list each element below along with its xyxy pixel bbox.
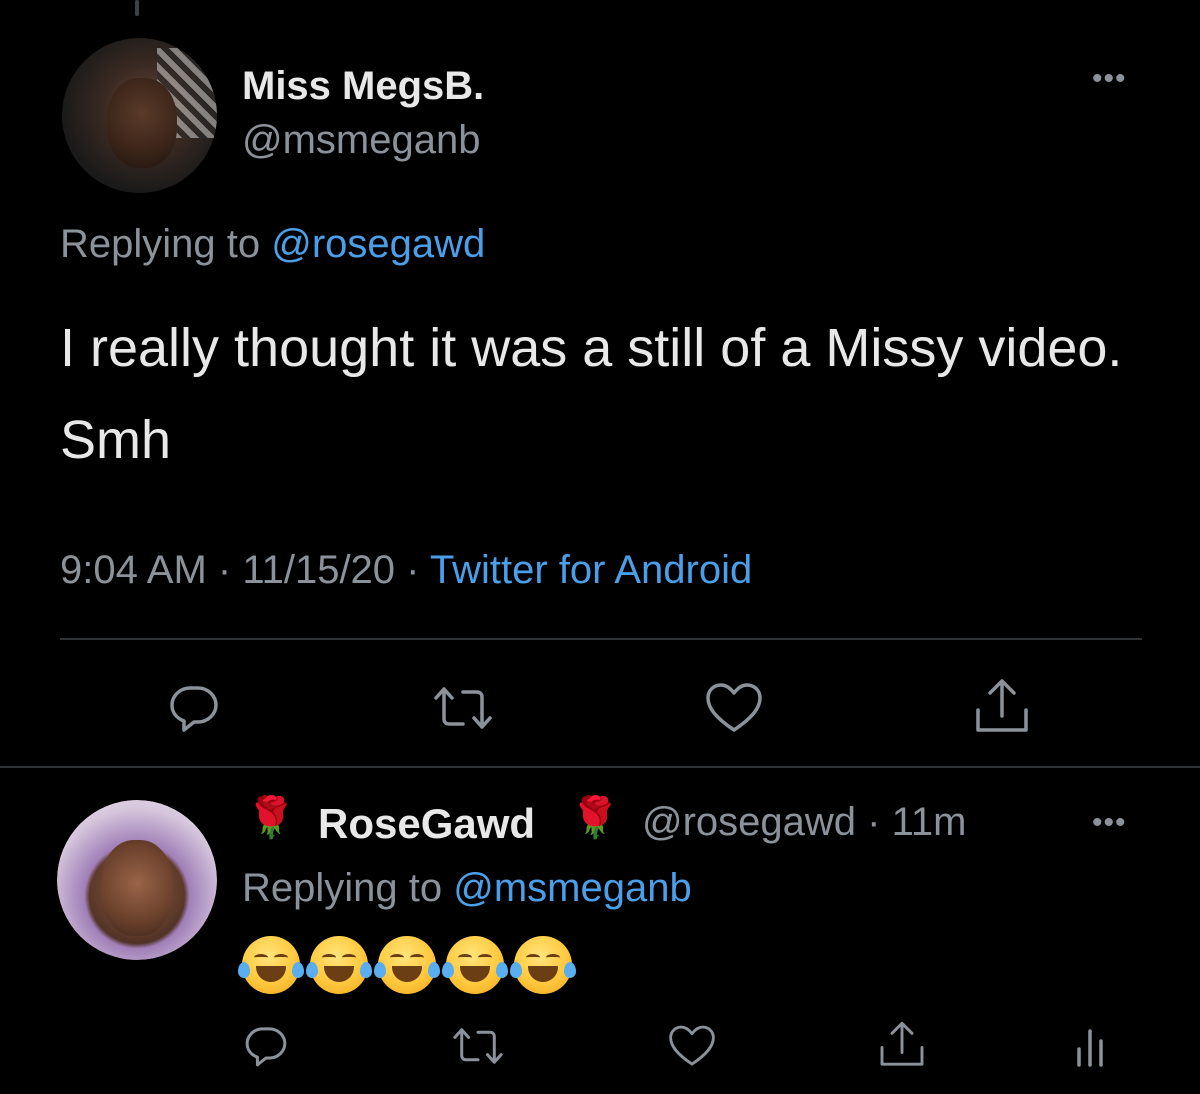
- share-button[interactable]: [876, 1018, 928, 1072]
- like-button[interactable]: [666, 1022, 718, 1070]
- share-button[interactable]: [972, 676, 1032, 738]
- tweet-source-link[interactable]: Twitter for Android: [430, 548, 752, 592]
- laughing-crying-emoji: [238, 936, 304, 994]
- replying-to-label: Replying to: [60, 222, 272, 266]
- tweet-time: 9:04 AM: [60, 548, 207, 592]
- replying-to-line: Replying to @rosegawd: [60, 222, 485, 267]
- like-icon: [706, 683, 762, 732]
- tweet-meta: 9:04 AM · 11/15/20 · Twitter for Android: [60, 548, 752, 593]
- display-name[interactable]: Miss MegsB.: [242, 64, 484, 109]
- avatar-face: [107, 78, 177, 168]
- tweet-date: 11/15/20: [242, 548, 396, 592]
- thread-connector-line: [135, 0, 139, 16]
- mention-link[interactable]: @rosegawd: [271, 222, 485, 266]
- like-icon: [669, 1025, 715, 1066]
- rose-emoji: 🌹: [246, 796, 296, 840]
- more-options-icon[interactable]: •••: [1092, 62, 1127, 96]
- reply-icon: [170, 686, 218, 732]
- rose-emoji: 🌹: [570, 796, 620, 840]
- meta-separator: ·: [395, 548, 430, 592]
- retweet-button[interactable]: [430, 680, 496, 736]
- avatar-face: [101, 840, 173, 936]
- share-icon: [880, 1021, 924, 1066]
- laughing-crying-emoji: [510, 936, 576, 994]
- retweet-button[interactable]: [448, 1022, 508, 1070]
- like-button[interactable]: [704, 680, 764, 736]
- reply-button[interactable]: [164, 678, 224, 738]
- analytics-button[interactable]: [1070, 1018, 1110, 1072]
- display-name[interactable]: RoseGawd: [318, 800, 535, 848]
- replying-to-label: Replying to: [242, 866, 454, 910]
- tweet-text: I really thought it was a still of a Mis…: [60, 318, 1123, 470]
- avatar[interactable]: [57, 800, 217, 960]
- user-handle[interactable]: @msmeganb: [242, 118, 480, 163]
- mention-link[interactable]: @msmeganb: [453, 866, 691, 910]
- tweet-emoji-content: [238, 936, 576, 994]
- reply-icon: [245, 1027, 287, 1067]
- share-icon: [976, 679, 1028, 732]
- avatar[interactable]: [62, 38, 217, 193]
- more-options-icon[interactable]: •••: [1092, 806, 1127, 840]
- divider: [0, 766, 1200, 768]
- analytics-icon: [1077, 1029, 1103, 1067]
- laughing-crying-emoji: [306, 936, 372, 994]
- retweet-icon: [434, 687, 492, 729]
- user-handle-timestamp[interactable]: @rosegawd · 11m: [642, 800, 966, 845]
- reply-button[interactable]: [240, 1020, 292, 1072]
- replying-to-line: Replying to @msmeganb: [242, 866, 692, 911]
- laughing-crying-emoji: [442, 936, 508, 994]
- laughing-crying-emoji: [374, 936, 440, 994]
- retweet-icon: [453, 1028, 503, 1064]
- divider: [60, 638, 1142, 640]
- meta-separator: ·: [206, 548, 243, 592]
